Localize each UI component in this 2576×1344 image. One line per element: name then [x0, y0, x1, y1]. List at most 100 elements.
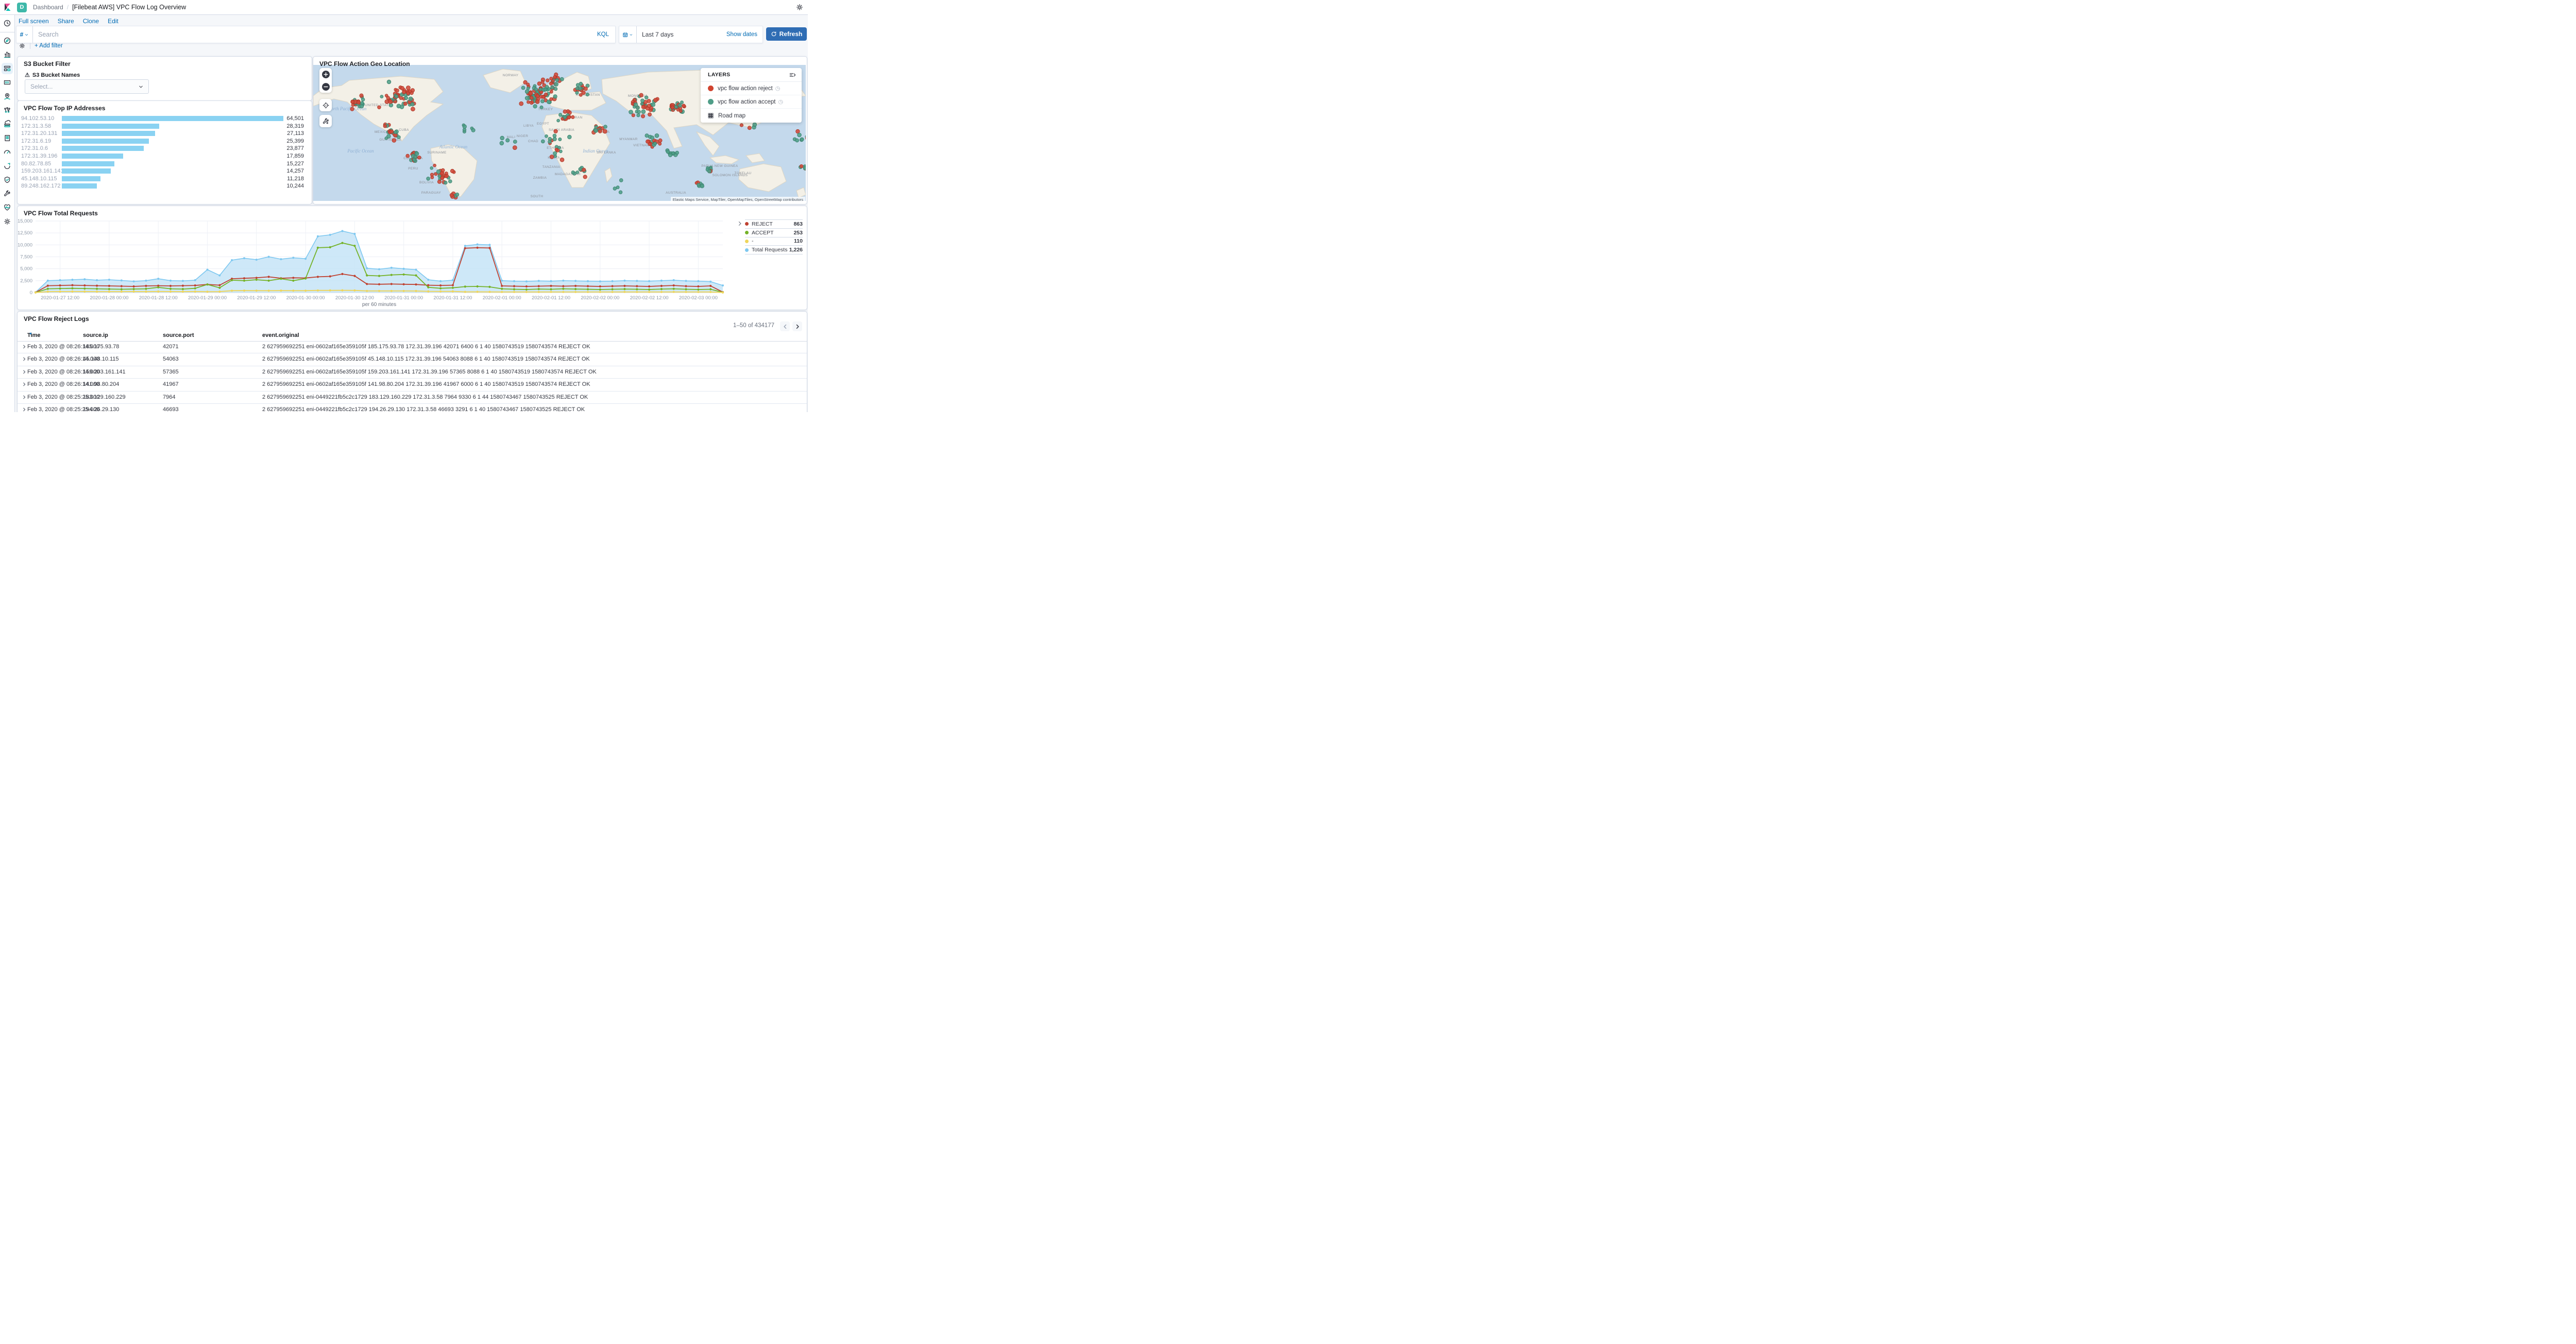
set-view-button[interactable]	[319, 99, 332, 111]
table-row[interactable]: Feb 3, 2020 @ 08:26:14.000 45.148.10.115 5…	[18, 353, 807, 366]
layers-panel: LAYERS vpc flow action reject ◷ vpc flow a…	[701, 68, 802, 123]
collapse-layers-icon[interactable]	[789, 71, 796, 79]
expand-row-icon[interactable]	[22, 356, 27, 362]
layer-row-vpc-flow-action-reject[interactable]: vpc flow action reject ◷	[701, 82, 802, 95]
table-row[interactable]: Feb 3, 2020 @ 08:25:25.000 183.129.160.22…	[18, 392, 807, 404]
expand-row-icon[interactable]	[22, 407, 27, 412]
layer-row-Road-map[interactable]: Road map	[701, 109, 802, 123]
panel-geo-location-map: VPC Flow Action Geo Location North Pacif…	[313, 56, 807, 205]
sidebar-item-dev-tools[interactable]	[2, 188, 13, 199]
legend-toggle-icon[interactable]	[737, 220, 743, 227]
sidebar-item-canvas[interactable]	[2, 77, 13, 88]
visualize-icon	[4, 52, 11, 58]
expand-row-icon[interactable]	[22, 344, 27, 349]
filter-options-gear-icon[interactable]	[19, 42, 26, 49]
svg-text:2020-02-02 12:00: 2020-02-02 12:00	[630, 295, 669, 301]
ip-bar[interactable]	[62, 161, 114, 166]
breadcrumb-dashboard[interactable]: Dashboard	[33, 4, 63, 11]
pagination-label: 1–50 of 434177	[733, 322, 774, 329]
ip-bar[interactable]	[62, 131, 155, 137]
sidebar-item-dashboard[interactable]	[2, 63, 13, 74]
search-input[interactable]	[33, 31, 597, 38]
dashboard-main: Full screen Share Clone Edit # KQL Last 7 d…	[15, 15, 808, 412]
layer-color-dot	[708, 99, 714, 105]
ip-bar[interactable]	[62, 183, 97, 189]
ip-bar[interactable]	[62, 138, 149, 144]
s3-bucket-names-label: ⚠ S3 Bucket Names	[25, 72, 80, 79]
time-range-value[interactable]: Last 7 days	[637, 31, 673, 38]
column-event-original[interactable]: event.original	[262, 332, 299, 338]
saved-query-button[interactable]: #	[16, 26, 33, 43]
ip-label: 172.31.20.131	[21, 130, 58, 137]
ip-bar[interactable]	[62, 176, 100, 181]
table-row[interactable]: Feb 3, 2020 @ 08:26:14.000 141.98.80.204 4…	[18, 379, 807, 392]
map-attribution[interactable]: Elastic Maps Service, MapTiler, OpenMapT…	[670, 197, 805, 202]
legend-row-accept[interactable]: ACCEPT 253	[745, 228, 803, 237]
ip-bar-row: 172.31.0.6 23,877	[18, 145, 312, 152]
sidebar-item-siem[interactable]	[2, 174, 13, 185]
prev-page-button[interactable]	[780, 321, 790, 331]
ip-value: 28,319	[286, 123, 304, 129]
collapse-menu-icon[interactable]	[3, 401, 11, 410]
add-filter-link[interactable]: + Add filter	[35, 43, 63, 49]
ip-bar[interactable]	[62, 146, 144, 151]
settings-icon[interactable]	[795, 3, 804, 11]
sidebar-item-maps[interactable]	[2, 91, 13, 102]
svg-text:2020-01-31 00:00: 2020-01-31 00:00	[384, 295, 423, 301]
s3-bucket-select[interactable]: Select...	[25, 79, 149, 94]
sidebar-item-machine-learning[interactable]	[2, 105, 13, 116]
maps-icon	[4, 93, 10, 100]
sidebar-item-uptime[interactable]	[2, 160, 13, 172]
table-row[interactable]: Feb 3, 2020 @ 08:25:25.000 194.26.29.130 4…	[18, 404, 807, 412]
column-source-ip[interactable]: source.ip	[83, 332, 108, 338]
table-row[interactable]: Feb 3, 2020 @ 08:26:14.000 185.175.93.78 4…	[18, 341, 807, 354]
legend-color-dot	[745, 248, 749, 252]
zoom-in-button[interactable]	[319, 68, 332, 80]
ip-bar[interactable]	[62, 116, 283, 121]
warning-icon: ⚠	[25, 72, 30, 78]
calendar-button[interactable]	[619, 26, 637, 43]
kql-toggle[interactable]: KQL	[597, 31, 615, 38]
show-dates-button[interactable]: Show dates	[723, 31, 762, 38]
panel-title: VPC Flow Top IP Addresses	[24, 105, 106, 112]
sidebar-item-apm[interactable]	[2, 146, 13, 158]
sidebar-item-recently-viewed[interactable]	[2, 18, 13, 29]
cell-source-ip: 183.129.160.229	[83, 394, 126, 400]
kibana-logo-icon[interactable]	[4, 3, 12, 11]
ip-value: 27,113	[287, 130, 304, 137]
legend-row--[interactable]: - 110	[745, 236, 803, 246]
expand-row-icon[interactable]	[22, 395, 27, 400]
menu-link-edit[interactable]: Edit	[108, 18, 118, 25]
ip-bar[interactable]	[62, 153, 123, 159]
expand-row-icon[interactable]	[22, 382, 27, 387]
sidebar-item-discover[interactable]	[2, 35, 13, 46]
layer-row-vpc-flow-action-accept[interactable]: vpc flow action accept ◷	[701, 95, 802, 109]
sidebar-item-management[interactable]	[2, 216, 13, 227]
ip-bar[interactable]	[62, 168, 111, 174]
svg-text:SRI LANKA: SRI LANKA	[597, 151, 616, 155]
table-row[interactable]: Feb 3, 2020 @ 08:26:14.000 159.203.161.14…	[18, 366, 807, 379]
menu-link-clone[interactable]: Clone	[83, 18, 99, 25]
total-requests-chart[interactable]: 0 2,500 5,000 7,500 10,000 12,500 15,000 2020-0…	[18, 206, 806, 309]
legend-value: 253	[793, 229, 803, 236]
tools-wrench-button[interactable]	[319, 115, 332, 127]
ip-bar-row: 159.203.161.141 14,257	[18, 167, 312, 175]
sidebar-item-visualize[interactable]	[2, 49, 13, 60]
column-source-port[interactable]: source.port	[163, 332, 194, 338]
panel-reject-logs: VPC Flow Reject Logs 1–50 of 434177 Time…	[17, 311, 807, 412]
menu-link-full-screen[interactable]: Full screen	[19, 18, 49, 25]
legend-row-total-requests[interactable]: Total Requests 1,226	[745, 245, 803, 255]
sidebar-item-stack-monitoring[interactable]	[2, 202, 13, 213]
refresh-button[interactable]: Refresh	[766, 27, 807, 41]
zoom-out-button[interactable]	[319, 80, 332, 93]
ip-bar-row: 94.102.53.10 64,501	[18, 115, 312, 123]
sidebar-item-metrics[interactable]	[2, 118, 13, 130]
ip-bar[interactable]	[62, 123, 159, 129]
next-page-button[interactable]	[792, 321, 802, 331]
expand-row-icon[interactable]	[22, 369, 27, 375]
cell-source-ip: 185.175.93.78	[83, 344, 120, 350]
space-badge[interactable]: D	[17, 2, 27, 12]
sidebar-item-logs[interactable]	[2, 132, 13, 144]
menu-link-share[interactable]: Share	[58, 18, 74, 25]
legend-row-reject[interactable]: REJECT 863	[745, 219, 803, 228]
